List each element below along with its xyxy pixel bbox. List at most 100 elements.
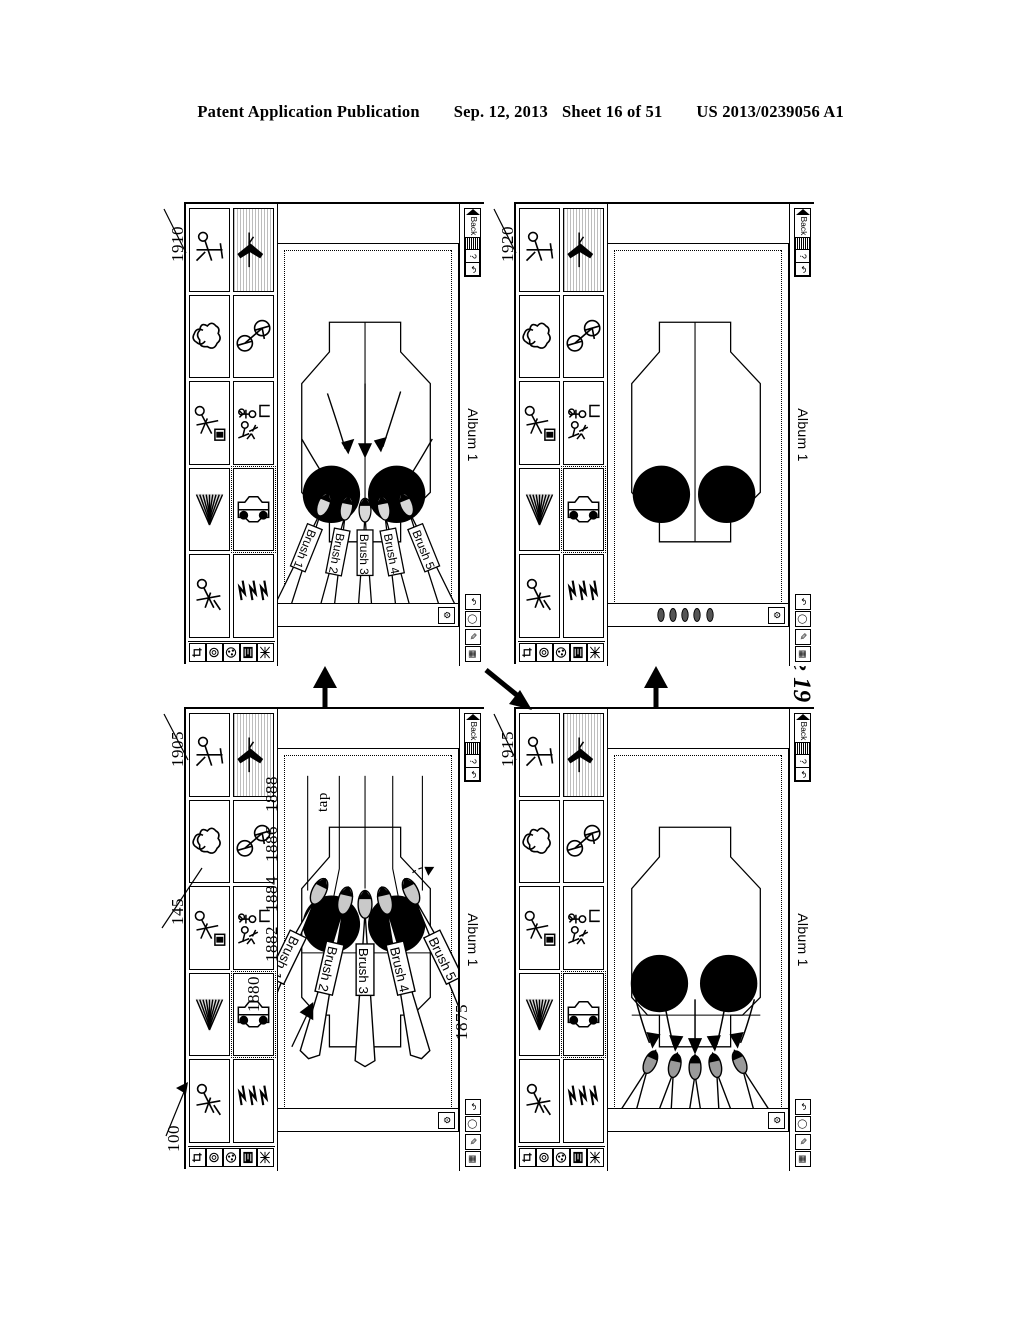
sticker-tool-icon[interactable] (536, 643, 553, 662)
sticker-tool-icon[interactable] (206, 643, 223, 662)
drawing-canvas[interactable]: Brush 5 Brush 4 Brush 3 Brush 2 Brush 1 … (278, 243, 459, 627)
top-bar: Back ? ↶ Album 1 ↶ ◯ ✎ ▦ (789, 204, 816, 666)
ref-1905-leader (163, 713, 189, 761)
airplane-thumbnail[interactable] (563, 713, 604, 797)
pencil-icon[interactable]: ✎ (465, 628, 481, 645)
canvas-rail: ⚙ (278, 603, 459, 626)
canvas-rail: ⚙ (608, 1108, 789, 1131)
palette-tool-icon[interactable] (223, 643, 240, 662)
undo-icon[interactable]: ↶ (795, 1098, 811, 1115)
top-bar-icons: ↶ ◯ ✎ ▦ (465, 593, 481, 662)
clouds-thumbnail[interactable] (189, 294, 230, 379)
feather-thumbnail[interactable] (189, 972, 230, 1057)
canvas-area: ⚙ (608, 709, 789, 1171)
clock-icon[interactable]: ◯ (465, 1116, 481, 1132)
car-thumbnail[interactable] (561, 462, 606, 557)
undo-icon[interactable]: ↶ (465, 1098, 481, 1115)
car-thumbnail[interactable] (231, 462, 276, 557)
camera-person-thumbnail[interactable] (189, 381, 230, 465)
drawing-canvas[interactable]: ⚙ (608, 243, 789, 627)
runner-thumbnail[interactable] (189, 554, 230, 638)
clouds-thumbnail[interactable] (519, 294, 560, 379)
pattern-tool-icon[interactable] (257, 643, 274, 662)
undo-button[interactable]: ↶ (795, 263, 811, 277)
airplane-thumbnail[interactable] (233, 208, 274, 292)
palette-tool-icon[interactable] (553, 1148, 570, 1167)
undo-icon[interactable]: ↶ (465, 593, 481, 610)
canvas-artwork-1920 (631, 321, 762, 543)
camera-person-thumbnail[interactable] (519, 886, 560, 970)
stamp-tool-icon[interactable] (570, 643, 587, 662)
palette-tool-icon[interactable] (223, 1148, 240, 1167)
crop-tool-icon[interactable] (519, 1148, 536, 1167)
stamp-tool-icon[interactable] (570, 1148, 587, 1167)
pattern-tool-icon[interactable] (587, 1148, 604, 1167)
runner-thumbnail[interactable] (519, 1059, 560, 1143)
gear-icon[interactable]: ⚙ (768, 606, 786, 624)
bicycle-thumbnail[interactable] (563, 799, 604, 884)
runner-thumbnail[interactable] (519, 554, 560, 638)
lightning-thumbnail[interactable] (233, 1059, 274, 1143)
palette-tool-icon[interactable] (553, 643, 570, 662)
stamp-tool-icon[interactable] (240, 1148, 257, 1167)
grid-icon[interactable]: ▦ (465, 1151, 481, 1167)
help-button[interactable]: ? (795, 755, 811, 769)
feather-thumbnail[interactable] (519, 972, 560, 1057)
undo-icon[interactable]: ↶ (795, 593, 811, 610)
crop-tool-icon[interactable] (189, 1148, 206, 1167)
camera-person-thumbnail[interactable] (519, 381, 560, 465)
back-button[interactable]: Back ? ↶ (794, 713, 812, 783)
clock-icon[interactable]: ◯ (465, 611, 481, 627)
bicycle-thumbnail[interactable] (233, 294, 274, 379)
panel-1905: Back ? ↶ Album 1 ↶ ◯ ✎ ▦ Brush 5 Brush 4… (184, 707, 486, 1171)
pencil-icon[interactable]: ✎ (465, 1133, 481, 1150)
clock-icon[interactable]: ◯ (795, 611, 811, 627)
people-thumbnail[interactable] (563, 886, 604, 970)
stamp-tool-icon[interactable] (240, 643, 257, 662)
back-button[interactable]: Back ? ↶ (464, 208, 482, 278)
people-thumbnail[interactable] (233, 381, 274, 465)
gear-icon[interactable]: ⚙ (438, 1111, 456, 1129)
pattern-tool-icon[interactable] (587, 643, 604, 662)
help-button[interactable]: ? (465, 755, 481, 769)
collapsed-brushes[interactable] (655, 607, 717, 623)
sticker-tool-icon[interactable] (536, 1148, 553, 1167)
gear-icon[interactable]: ⚙ (438, 606, 456, 624)
back-button[interactable]: Back ? ↶ (794, 208, 812, 278)
car-thumbnail[interactable] (561, 967, 606, 1062)
crop-tool-icon[interactable] (519, 643, 536, 662)
help-button[interactable]: ? (795, 250, 811, 264)
clouds-thumbnail[interactable] (519, 799, 560, 884)
undo-button[interactable]: ↶ (465, 768, 481, 782)
pencil-icon[interactable]: ✎ (795, 628, 811, 645)
lightning-thumbnail[interactable] (563, 1059, 604, 1143)
device-1920: Back ? ↶ Album 1 ↶ ◯ ✎ ▦ ⚙ (516, 204, 816, 666)
grid-icon[interactable]: ▦ (465, 646, 481, 662)
airplane-thumbnail[interactable] (563, 208, 604, 292)
clock-icon[interactable]: ◯ (795, 1116, 811, 1132)
flow-arrow-a-to-b (313, 666, 337, 708)
grid-icon[interactable]: ▦ (795, 1151, 811, 1167)
drawing-canvas[interactable]: Brush 5 Brush 4 Brush 3 Brush 2 Brush 1 … (278, 748, 459, 1132)
feather-thumbnail[interactable] (519, 467, 560, 552)
feather-thumbnail[interactable] (189, 467, 230, 552)
pencil-icon[interactable]: ✎ (795, 1133, 811, 1150)
back-button[interactable]: Back ? ↶ (464, 713, 482, 783)
people-thumbnail[interactable] (563, 381, 604, 465)
lightning-thumbnail[interactable] (233, 554, 274, 638)
undo-button[interactable]: ↶ (465, 263, 481, 277)
bicycle-thumbnail[interactable] (563, 294, 604, 379)
sticker-tool-icon[interactable] (206, 1148, 223, 1167)
runner-thumbnail[interactable] (189, 1059, 230, 1143)
undo-button[interactable]: ↶ (795, 768, 811, 782)
thumbnail-grid (519, 206, 606, 638)
crop-tool-icon[interactable] (189, 643, 206, 662)
lightning-thumbnail[interactable] (563, 554, 604, 638)
drawing-canvas[interactable]: ⚙ (608, 748, 789, 1132)
gear-icon[interactable]: ⚙ (768, 1111, 786, 1129)
grid-icon[interactable]: ▦ (795, 646, 811, 662)
thumbnail-tray (186, 204, 278, 666)
help-button[interactable]: ? (465, 250, 481, 264)
pattern-tool-icon[interactable] (257, 1148, 274, 1167)
canvas-rail: ⚙ (608, 603, 789, 626)
